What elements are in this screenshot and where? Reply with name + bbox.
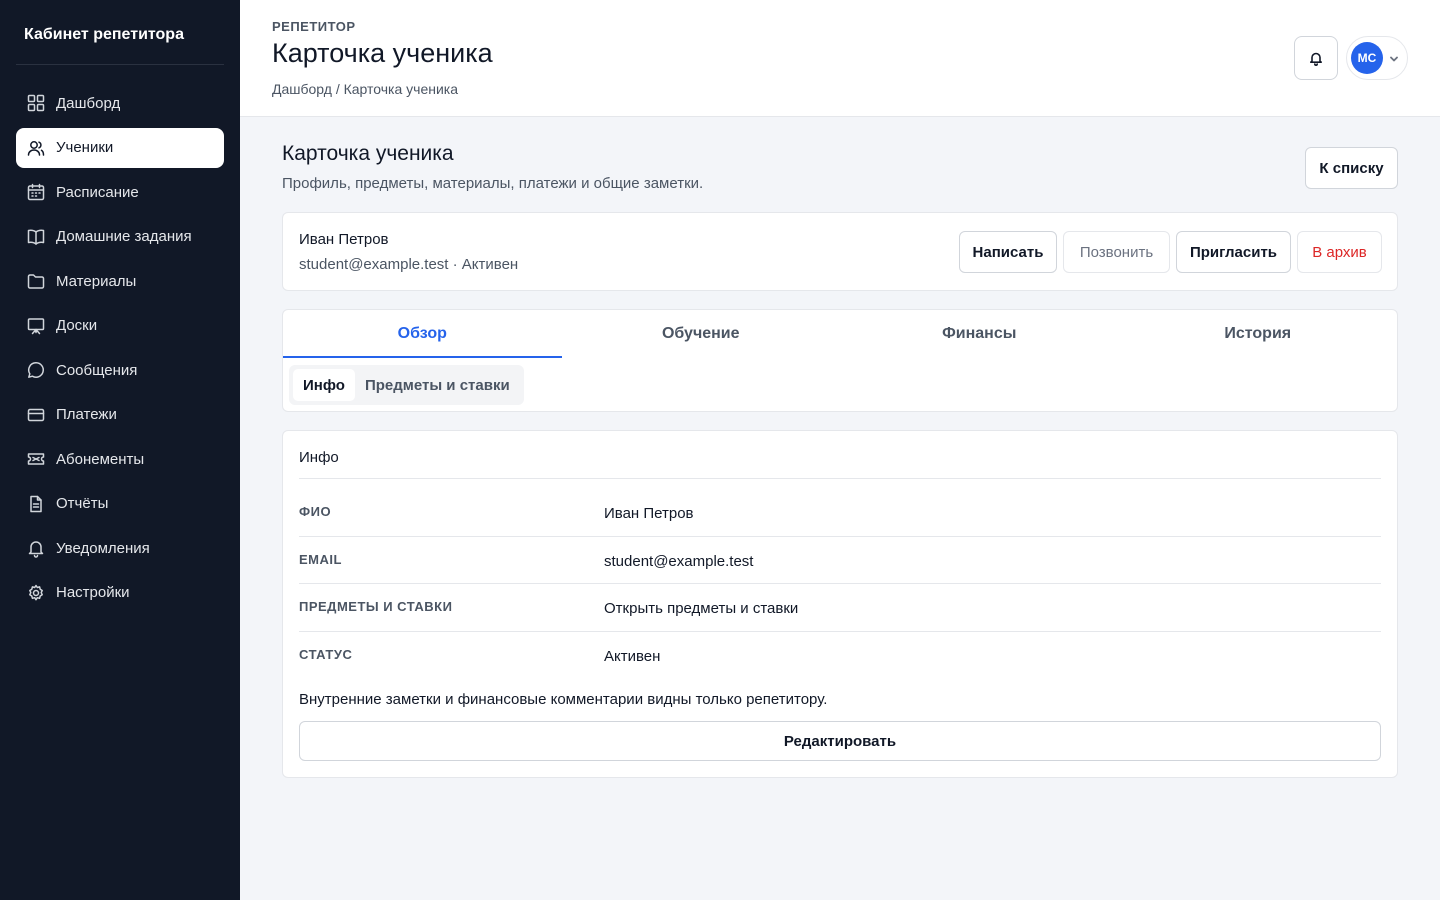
card-icon bbox=[26, 405, 46, 425]
sidebar-item-label: Расписание bbox=[56, 183, 139, 201]
page-title: Карточка ученика bbox=[272, 38, 493, 68]
chevron-down-icon bbox=[1388, 52, 1400, 64]
sidebar-item-label: Дашборд bbox=[56, 94, 121, 112]
write-button[interactable]: Написать bbox=[959, 231, 1057, 273]
sidebar-item-label: Уведомления bbox=[56, 539, 150, 557]
sidebar-item-label: Настройки bbox=[56, 584, 130, 601]
sidebar-item-label: Сообщения bbox=[56, 361, 138, 379]
sidebar-item-label: Платежи bbox=[56, 406, 117, 423]
breadcrumb[interactable]: Дашборд / Карточка ученика bbox=[272, 81, 458, 97]
field-label-fullname: ФИО bbox=[299, 504, 332, 519]
student-name: Иван Петров bbox=[299, 231, 389, 248]
brand-title: Кабинет репетитора bbox=[24, 26, 184, 43]
report-icon bbox=[26, 494, 46, 514]
tab-history[interactable]: История bbox=[1119, 310, 1398, 358]
bell-icon bbox=[1308, 50, 1324, 66]
field-label-email: EMAIL bbox=[299, 552, 342, 567]
sidebar-item-label: Доски bbox=[56, 317, 98, 334]
book-icon bbox=[26, 227, 46, 247]
sidebar-item-students[interactable]: Ученики bbox=[16, 127, 224, 168]
sidebar-item-label: Отчёты bbox=[56, 495, 109, 512]
field-value-fullname: Иван Петров bbox=[604, 505, 694, 522]
bell-icon bbox=[26, 538, 46, 558]
sidebar-nav: Дашборд Ученики Расписание Домашние зада… bbox=[16, 83, 224, 617]
student-meta: student@example.test · Активен bbox=[299, 256, 519, 273]
student-summary-card: Иван Петров student@example.test · Актив… bbox=[282, 212, 1398, 291]
sidebar-item-notifications[interactable]: Уведомления bbox=[16, 528, 224, 568]
tab-bar: Обзор Обучение Финансы История bbox=[283, 310, 1397, 358]
divider bbox=[299, 583, 1381, 584]
sidebar-item-payments[interactable]: Платежи bbox=[16, 395, 224, 435]
divider bbox=[299, 631, 1381, 632]
user-menu-button[interactable]: МС bbox=[1346, 36, 1408, 80]
info-card: Инфо ФИО Иван Петров EMAIL student@examp… bbox=[282, 430, 1398, 778]
subtab-subjects-rates[interactable]: Предметы и ставки bbox=[355, 369, 520, 401]
gear-icon bbox=[26, 583, 46, 603]
sidebar-item-settings[interactable]: Настройки bbox=[16, 573, 224, 613]
sidebar-item-materials[interactable]: Материалы bbox=[16, 261, 224, 301]
avatar: МС bbox=[1351, 42, 1383, 74]
call-button[interactable]: Позвонить bbox=[1063, 231, 1170, 273]
section-subtitle: Профиль, предметы, материалы, платежи и … bbox=[282, 175, 704, 192]
sidebar-item-reports[interactable]: Отчёты bbox=[16, 484, 224, 524]
users-icon bbox=[26, 138, 46, 158]
sidebar-item-schedule[interactable]: Расписание bbox=[16, 172, 224, 212]
sidebar-item-label: Абонементы bbox=[56, 450, 145, 468]
section-title: Карточка ученика bbox=[282, 142, 454, 165]
sidebar-item-label: Домашние задания bbox=[56, 228, 192, 245]
board-icon bbox=[26, 316, 46, 336]
info-card-title: Инфо bbox=[299, 449, 339, 466]
sidebar: Кабинет репетитора Дашборд Ученики Распи… bbox=[0, 0, 240, 900]
subtab-info[interactable]: Инфо bbox=[293, 369, 355, 401]
chat-icon bbox=[26, 360, 46, 380]
tab-overview[interactable]: Обзор bbox=[283, 310, 562, 358]
grid-icon bbox=[26, 93, 46, 113]
sidebar-item-label: Ученики bbox=[56, 139, 114, 156]
open-subjects-link[interactable]: Открыть предметы и ставки bbox=[604, 600, 798, 617]
sidebar-item-label: Материалы bbox=[56, 272, 137, 290]
divider bbox=[299, 478, 1381, 479]
notifications-button[interactable] bbox=[1294, 36, 1338, 80]
tabs-card: Обзор Обучение Финансы История Инфо Пред… bbox=[282, 309, 1398, 412]
folder-icon bbox=[26, 271, 46, 291]
tab-finance[interactable]: Финансы bbox=[840, 310, 1119, 358]
divider bbox=[299, 536, 1381, 537]
subtab-bar: Инфо Предметы и ставки bbox=[289, 365, 524, 405]
privacy-note: Внутренние заметки и финансовые коммента… bbox=[299, 691, 828, 708]
invite-button[interactable]: Пригласить bbox=[1176, 231, 1291, 273]
calendar-icon bbox=[26, 182, 46, 202]
field-label-status: СТАТУС bbox=[299, 647, 353, 662]
header-eyebrow: РЕПЕТИТОР bbox=[272, 19, 356, 34]
sidebar-item-subscriptions[interactable]: Абонементы bbox=[16, 439, 224, 479]
edit-button[interactable]: Редактировать bbox=[299, 721, 1381, 761]
divider bbox=[16, 64, 224, 65]
sidebar-item-messages[interactable]: Сообщения bbox=[16, 350, 224, 390]
ticket-icon bbox=[26, 449, 46, 469]
tab-learning[interactable]: Обучение bbox=[562, 310, 841, 358]
back-to-list-button[interactable]: К списку bbox=[1305, 147, 1398, 189]
top-header: РЕПЕТИТОР Карточка ученика Дашборд / Кар… bbox=[240, 0, 1440, 117]
field-value-status: Активен bbox=[604, 648, 661, 665]
field-value-email: student@example.test bbox=[604, 553, 754, 570]
sidebar-item-homework[interactable]: Домашние задания bbox=[16, 217, 224, 257]
sidebar-item-boards[interactable]: Доски bbox=[16, 306, 224, 346]
archive-button[interactable]: В архив bbox=[1297, 231, 1382, 273]
field-label-subjects: ПРЕДМЕТЫ И СТАВКИ bbox=[299, 599, 453, 614]
sidebar-item-dashboard[interactable]: Дашборд bbox=[16, 83, 224, 123]
